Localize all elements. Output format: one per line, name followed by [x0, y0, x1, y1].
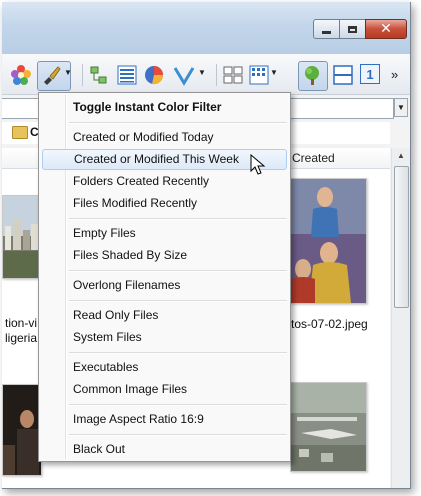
menu-item-black-out[interactable]: Black Out	[67, 439, 287, 460]
menu-separator	[69, 352, 287, 354]
menu-separator	[69, 434, 287, 436]
menu-item-files-shaded-by-size[interactable]: Files Shaded By Size	[67, 245, 287, 266]
menu-item-toggle-instant-color-filter[interactable]: Toggle Instant Color Filter	[67, 97, 287, 118]
toolbar-separator	[216, 64, 217, 86]
more-icon[interactable]: »	[391, 67, 398, 82]
dropdown-arrow-icon[interactable]: ▼	[270, 68, 278, 77]
menu-item-created-or-modified-today[interactable]: Created or Modified Today	[67, 127, 287, 148]
layout-icon[interactable]	[222, 64, 244, 86]
thumbnail-airfield[interactable]	[290, 382, 367, 472]
flower-icon[interactable]	[10, 64, 32, 86]
maximize-button[interactable]	[339, 19, 366, 39]
menu-separator	[69, 122, 287, 124]
menu-separator	[69, 218, 287, 220]
toolbar-separator	[82, 64, 83, 86]
title-bar: ✕	[2, 2, 410, 54]
list-icon[interactable]	[116, 64, 138, 86]
menu-separator	[69, 404, 287, 406]
thumbnail-dark-scene[interactable]	[2, 384, 42, 476]
menu-item-overlong-filenames[interactable]: Overlong Filenames	[67, 275, 287, 296]
toolbar: ▼ ▼ ▼ 1 »	[2, 54, 410, 95]
menu-item-files-modified-recently[interactable]: Files Modified Recently	[67, 193, 287, 214]
file-label[interactable]: ligeria	[5, 331, 37, 345]
address-dropdown-button[interactable]: ▼	[394, 98, 408, 117]
tree-green-icon	[305, 66, 319, 85]
vertical-scrollbar[interactable]: ▲	[391, 148, 410, 488]
filter-v-icon[interactable]	[173, 64, 195, 86]
color-filter-menu: Toggle Instant Color Filter Created or M…	[38, 92, 291, 462]
menu-item-empty-files[interactable]: Empty Files	[67, 223, 287, 244]
grid-icon[interactable]	[248, 64, 270, 86]
thumbnail-city[interactable]	[2, 195, 42, 279]
menu-item-executables[interactable]: Executables	[67, 357, 287, 378]
menu-item-system-files[interactable]: System Files	[67, 327, 287, 348]
minimize-button[interactable]	[313, 19, 340, 39]
split-icon[interactable]	[332, 64, 354, 86]
file-label[interactable]: tos-07-02.jpeg	[291, 317, 368, 331]
menu-item-common-image-files[interactable]: Common Image Files	[67, 379, 287, 400]
maximize-icon	[348, 25, 357, 33]
pie-icon[interactable]	[143, 64, 165, 86]
brush-icon	[44, 66, 61, 85]
column-header-created[interactable]: Created	[292, 151, 335, 165]
menu-item-image-aspect-ratio[interactable]: Image Aspect Ratio 16:9	[67, 409, 287, 430]
dropdown-arrow-icon[interactable]: ▼	[198, 68, 206, 77]
menu-item-read-only-files[interactable]: Read Only Files	[67, 305, 287, 326]
minimize-icon	[322, 30, 331, 34]
thumbnail-crew-photo[interactable]	[290, 178, 367, 304]
menu-separator	[69, 300, 287, 302]
close-button[interactable]: ✕	[365, 19, 407, 39]
number-1-icon[interactable]: 1	[360, 64, 380, 84]
scrollbar-thumb[interactable]	[394, 166, 409, 308]
scroll-up-arrow-icon[interactable]: ▲	[392, 148, 410, 164]
mouse-cursor-icon	[250, 154, 266, 175]
dropdown-arrow-icon[interactable]: ▼	[64, 68, 72, 77]
close-icon: ✕	[380, 21, 392, 37]
file-label[interactable]: tion-vi	[5, 316, 37, 330]
folder-icon	[12, 126, 28, 139]
menu-separator	[69, 270, 287, 272]
tree-icon[interactable]	[88, 64, 110, 86]
